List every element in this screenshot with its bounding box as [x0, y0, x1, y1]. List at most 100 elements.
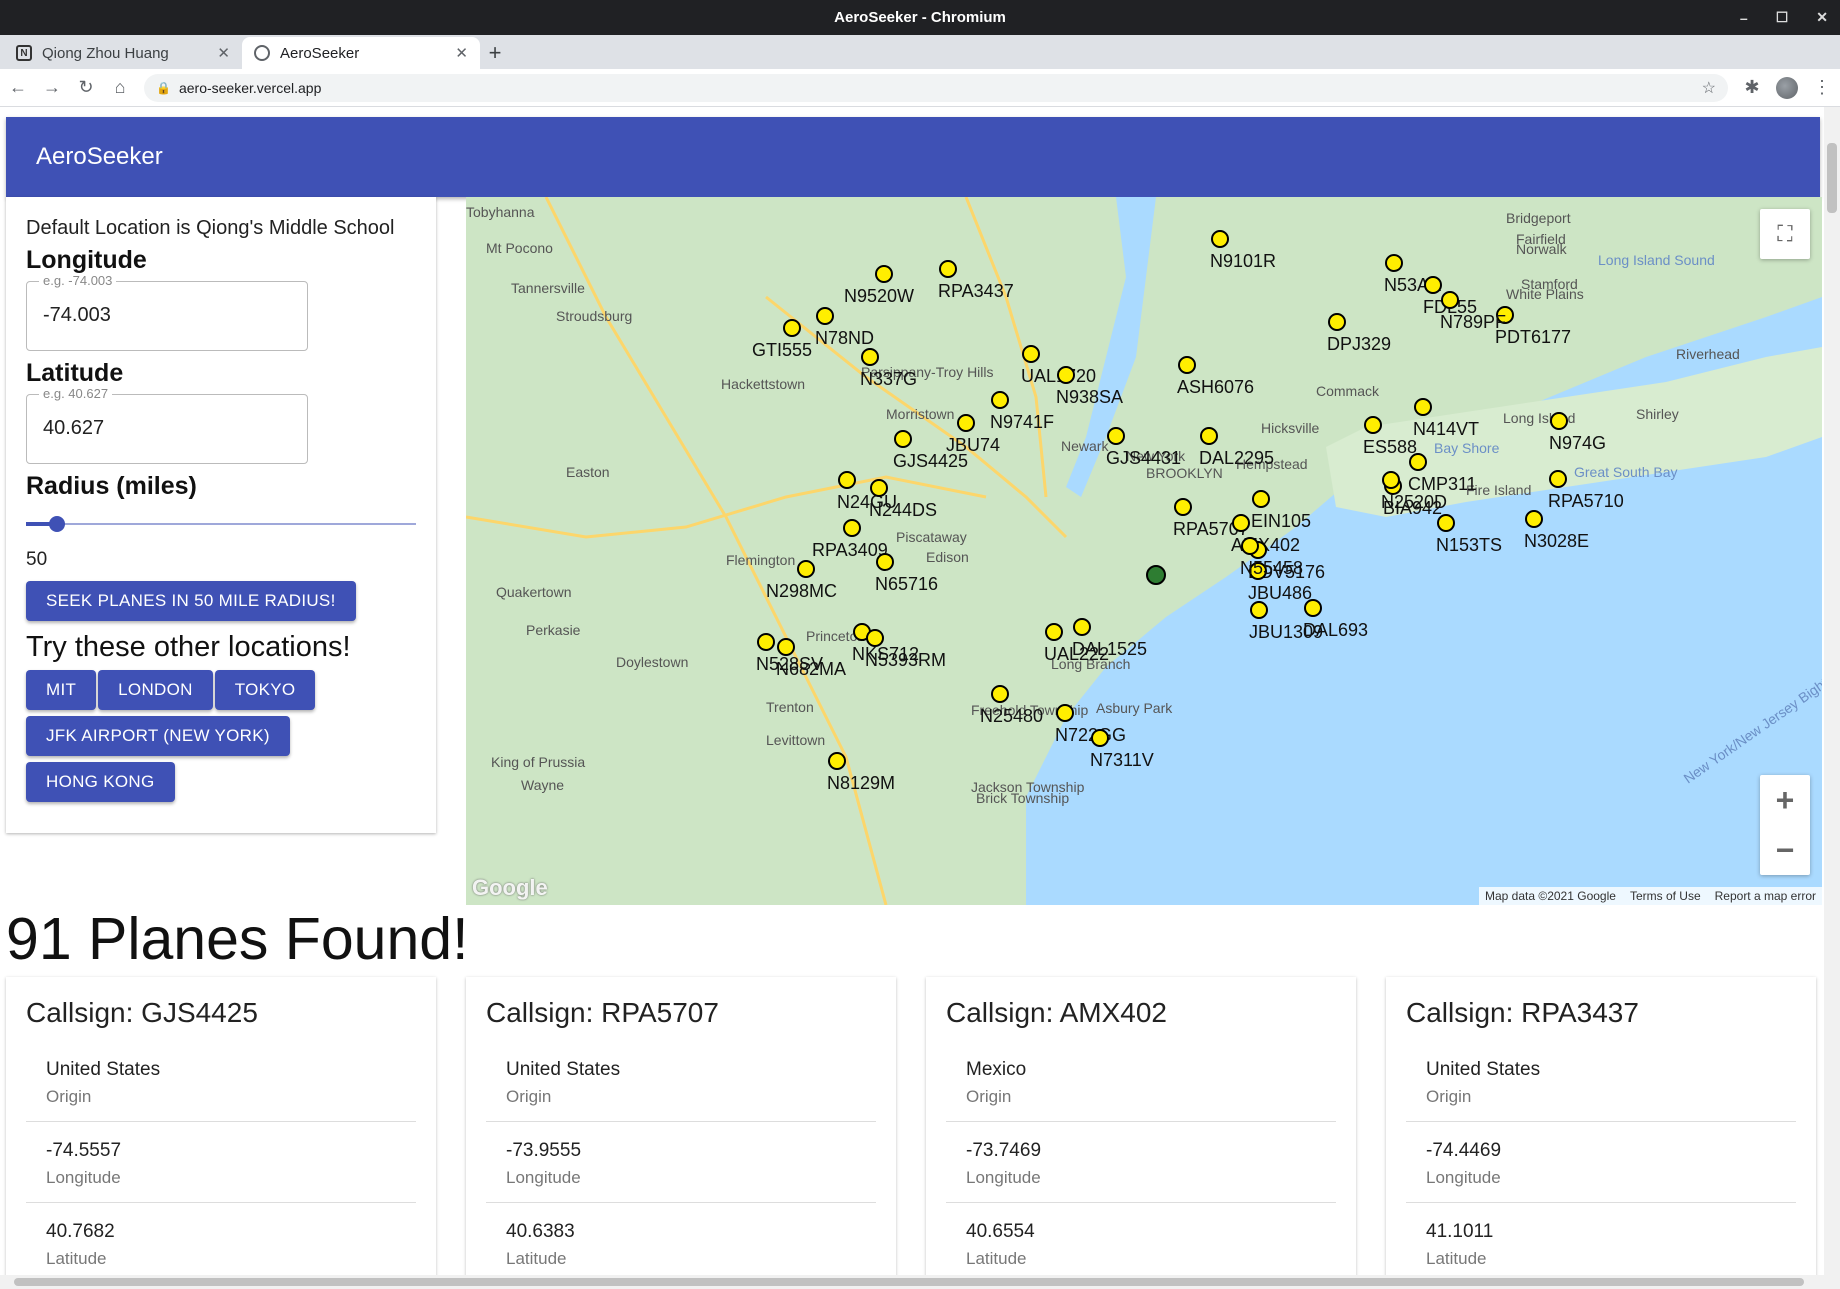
origin-label: Origin [966, 1087, 1012, 1106]
fullscreen-button[interactable]: ⛶ [1760, 209, 1810, 259]
radius-slider[interactable] [26, 509, 416, 539]
scrollbar-thumb[interactable] [1827, 143, 1837, 213]
plane-marker[interactable] [1424, 276, 1442, 294]
terms-of-use-link[interactable]: Terms of Use [1630, 889, 1701, 903]
plane-marker[interactable] [843, 519, 861, 537]
tab-close-icon[interactable]: ✕ [455, 44, 468, 62]
longitude-value: -74.4469 [1426, 1140, 1502, 1161]
center-location-marker[interactable] [1146, 565, 1166, 585]
plane-marker[interactable] [1232, 514, 1250, 532]
latitude-value: 40.7682 [46, 1221, 115, 1242]
menu-icon[interactable]: ⋮ [1812, 77, 1832, 98]
plane-marker[interactable] [1022, 345, 1040, 363]
plane-marker[interactable] [777, 638, 795, 656]
extensions-icon[interactable]: ✱ [1742, 77, 1762, 98]
plane-marker[interactable] [1385, 254, 1403, 272]
vertical-scrollbar[interactable] [1824, 107, 1840, 1289]
plane-callsign-label: ASH6076 [1177, 377, 1254, 397]
plane-marker[interactable] [1364, 416, 1382, 434]
plane-marker[interactable] [757, 633, 775, 651]
bookmark-star-icon[interactable]: ☆ [1702, 78, 1716, 98]
plane-marker[interactable] [1252, 490, 1270, 508]
plane-marker[interactable] [1414, 398, 1432, 416]
address-bar[interactable]: 🔒 aero-seeker.vercel.app ☆ [144, 73, 1728, 102]
plane-marker[interactable] [1174, 498, 1192, 516]
plane-marker[interactable] [939, 260, 957, 278]
seek-planes-button[interactable]: SEEK PLANES IN 50 MILE RADIUS! [26, 581, 356, 621]
zoom-out-button[interactable]: − [1760, 825, 1810, 875]
tab-qiong-zhou-huang[interactable]: N Qiong Zhou Huang ✕ [4, 37, 242, 69]
plane-callsign-label: N78ND [815, 328, 874, 348]
latitude-field[interactable]: e.g. 40.627 40.627 [26, 386, 308, 464]
plane-marker[interactable] [991, 685, 1009, 703]
report-map-error-link[interactable]: Report a map error [1715, 889, 1816, 903]
location-hong-kong-button[interactable]: HONG KONG [26, 762, 175, 802]
profile-avatar[interactable] [1776, 76, 1798, 99]
home-icon[interactable]: ⌂ [110, 77, 130, 98]
plane-map[interactable]: Tobyhanna Mt Pocono Tannersville Stroudsbur… [466, 197, 1822, 905]
plane-marker[interactable] [1304, 599, 1322, 617]
plane-marker[interactable] [838, 471, 856, 489]
plane-marker[interactable] [1200, 427, 1218, 445]
minimize-icon[interactable]: – [1740, 10, 1748, 26]
search-panel: Default Location is Qiong's Middle Schoo… [6, 197, 436, 833]
plane-marker[interactable] [1107, 427, 1125, 445]
plane-marker[interactable] [816, 307, 834, 325]
back-icon[interactable]: ← [8, 77, 28, 98]
plane-marker[interactable] [861, 348, 879, 366]
close-window-icon[interactable]: ✕ [1816, 9, 1828, 26]
plane-marker[interactable] [828, 752, 846, 770]
plane-callsign-label: GTI555 [752, 340, 812, 360]
app-title: AeroSeeker [36, 143, 163, 170]
location-jfk-button[interactable]: JFK AIRPORT (NEW YORK) [26, 716, 290, 756]
maximize-icon[interactable]: ☐ [1776, 9, 1789, 26]
map-place-label: Riverhead [1676, 346, 1740, 362]
zoom-in-button[interactable]: + [1760, 775, 1810, 825]
plane-marker[interactable] [866, 629, 884, 647]
plane-callsign-label: N9741F [990, 412, 1054, 432]
plane-marker[interactable] [894, 430, 912, 448]
plane-marker[interactable] [1328, 313, 1346, 331]
forward-icon[interactable]: → [42, 77, 62, 98]
plane-marker[interactable] [1550, 412, 1568, 430]
plane-marker[interactable] [957, 414, 975, 432]
plane-marker[interactable] [783, 319, 801, 337]
tab-aeroseeker[interactable]: AeroSeeker ✕ [242, 37, 480, 69]
reload-icon[interactable]: ↻ [76, 77, 96, 98]
plane-marker[interactable] [1091, 729, 1109, 747]
map-canvas[interactable]: Tobyhanna Mt Pocono Tannersville Stroudsbur… [466, 197, 1822, 905]
tab-close-icon[interactable]: ✕ [217, 44, 230, 62]
plane-marker[interactable] [870, 479, 888, 497]
plane-marker[interactable] [1382, 471, 1400, 489]
new-tab-button[interactable]: + [480, 37, 510, 69]
slider-thumb[interactable] [49, 516, 66, 532]
plane-marker[interactable] [1549, 470, 1567, 488]
plane-marker[interactable] [1045, 623, 1063, 641]
location-london-button[interactable]: LONDON [98, 670, 213, 710]
plane-marker[interactable] [1178, 356, 1196, 374]
plane-marker[interactable] [1241, 537, 1259, 555]
plane-marker[interactable] [1437, 514, 1455, 532]
lock-icon[interactable]: 🔒 [156, 81, 171, 95]
plane-marker[interactable] [1409, 453, 1427, 471]
location-mit-button[interactable]: MIT [26, 670, 97, 710]
plane-marker[interactable] [797, 560, 815, 578]
plane-marker[interactable] [1073, 618, 1091, 636]
plane-marker[interactable] [991, 391, 1009, 409]
location-tokyo-button[interactable]: TOKYO [214, 670, 316, 710]
plane-marker[interactable] [1057, 366, 1075, 384]
plane-marker[interactable] [1441, 291, 1459, 309]
horizontal-scrollbar[interactable] [0, 1275, 1824, 1289]
scrollbar-thumb[interactable] [14, 1278, 1804, 1286]
plane-marker[interactable] [1250, 601, 1268, 619]
longitude-field[interactable]: e.g. -74.003 -74.003 [26, 273, 308, 351]
plane-callsign-label: GJS4425 [893, 451, 968, 471]
origin-value: Mexico [966, 1059, 1027, 1080]
longitude-item: -73.9555 Longitude [486, 1140, 876, 1203]
plane-marker[interactable] [1525, 510, 1543, 528]
plane-marker[interactable] [1056, 704, 1074, 722]
plane-marker[interactable] [1211, 230, 1229, 248]
plane-marker[interactable] [875, 265, 893, 283]
origin-value: United States [1426, 1059, 1541, 1080]
plane-marker[interactable] [876, 553, 894, 571]
